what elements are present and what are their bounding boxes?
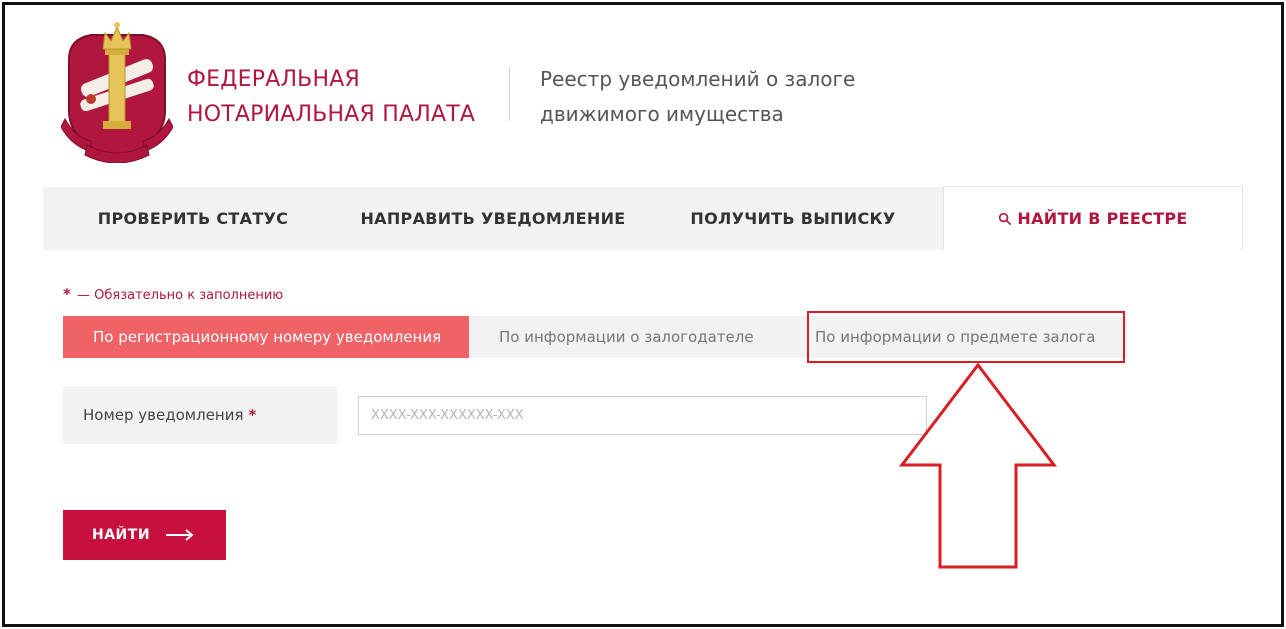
org-name-line-2: нотариальная палата (187, 102, 476, 127)
subtab-by-pledgor-info[interactable]: По информации о залогодателе (469, 316, 809, 358)
subtab-by-notice-number-label: По регистрационному номеру уведомления (93, 328, 442, 346)
tab-get-extract-label: Получить выписку (690, 209, 896, 228)
find-button-label: НАЙТИ (92, 527, 151, 543)
organization-name: Федеральная нотариальная палата (187, 62, 497, 132)
header-divider (509, 67, 510, 121)
main-nav: Проверить статус Направить уведомление П… (43, 186, 1243, 250)
tab-get-extract[interactable]: Получить выписку (643, 187, 943, 250)
notice-number-label: Номер уведомления * (63, 386, 337, 444)
required-star: * (63, 285, 71, 303)
registry-title: Реестр уведомлений о залоге движимого им… (540, 62, 940, 132)
org-name-line-1: Федеральная (187, 67, 360, 92)
highlight-box-annotation (807, 311, 1125, 363)
tab-search-registry[interactable]: Найти в реестре (943, 186, 1243, 250)
registry-title-line-1: Реестр уведомлений о залоге (540, 67, 856, 91)
tab-send-notice[interactable]: Направить уведомление (343, 187, 643, 250)
tab-search-registry-label: Найти в реестре (1017, 209, 1188, 228)
notice-number-input[interactable] (358, 396, 927, 435)
registry-title-line-2: движимого имущества (540, 102, 784, 126)
tab-send-notice-label: Направить уведомление (360, 209, 626, 228)
tab-check-status[interactable]: Проверить статус (43, 187, 343, 250)
subtab-by-pledgor-info-label: По информации о залогодателе (499, 328, 754, 346)
search-icon (999, 212, 1012, 225)
required-note-text: — Обязательно к заполнению (77, 288, 284, 303)
find-button[interactable]: НАЙТИ (63, 510, 226, 560)
subtab-by-notice-number[interactable]: По регистрационному номеру уведомления (63, 316, 469, 358)
required-note: * — Обязательно к заполнению (63, 285, 283, 303)
fnp-emblem-logo (61, 22, 173, 163)
tab-check-status-label: Проверить статус (97, 209, 289, 228)
up-arrow-annotation (898, 362, 1058, 569)
notice-number-required-star: * (248, 406, 257, 424)
arrow-right-icon (166, 529, 194, 541)
notice-number-label-text: Номер уведомления (83, 406, 244, 424)
screenshot-frame: Федеральная нотариальная палата Реестр у… (2, 2, 1284, 627)
